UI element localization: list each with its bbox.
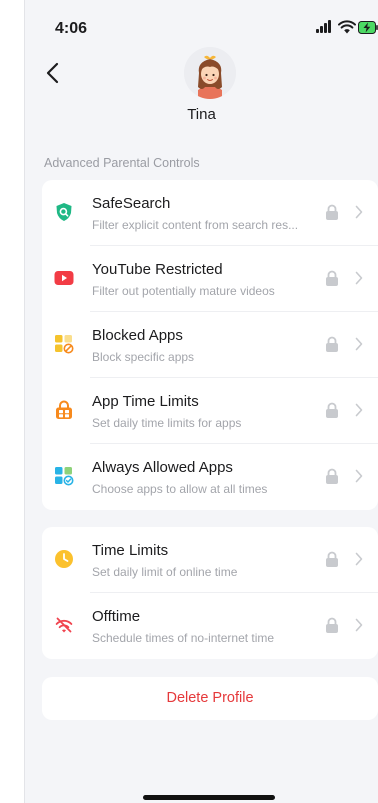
row-subtitle: Schedule times of no-internet time bbox=[92, 631, 275, 645]
chevron-right-icon bbox=[355, 618, 363, 632]
row-time-limits[interactable]: Time Limits Set daily limit of online ti… bbox=[42, 527, 378, 593]
chevron-right-icon bbox=[355, 403, 363, 417]
row-subtitle: Set daily time limits for apps bbox=[92, 416, 242, 430]
row-title: SafeSearch bbox=[92, 195, 171, 212]
time-controls-card: Time Limits Set daily limit of online ti… bbox=[42, 527, 378, 659]
app-time-limit-icon bbox=[54, 400, 74, 420]
no-wifi-icon bbox=[54, 615, 74, 635]
status-bar: 4:06 bbox=[25, 0, 378, 50]
lock-icon bbox=[325, 270, 339, 286]
lock-icon bbox=[325, 551, 339, 567]
lock-icon bbox=[325, 204, 339, 220]
row-subtitle: Set daily limit of online time bbox=[92, 565, 238, 579]
app-frame: 4:06 Tina Advanced Parental Controls Saf… bbox=[0, 0, 378, 803]
lock-icon bbox=[325, 468, 339, 484]
row-subtitle: Block specific apps bbox=[92, 350, 195, 364]
row-title: App Time Limits bbox=[92, 393, 199, 410]
lock-icon bbox=[325, 402, 339, 418]
row-safesearch[interactable]: SafeSearch Filter explicit content from … bbox=[42, 180, 378, 246]
chevron-right-icon bbox=[355, 552, 363, 566]
allowed-apps-icon bbox=[54, 466, 74, 486]
chevron-right-icon bbox=[355, 469, 363, 483]
row-title: Blocked Apps bbox=[92, 327, 183, 344]
row-subtitle: Filter explicit content from search res.… bbox=[92, 218, 299, 232]
back-button[interactable] bbox=[41, 58, 69, 88]
row-always-allowed-apps[interactable]: Always Allowed Apps Choose apps to allow… bbox=[42, 444, 378, 510]
row-title: YouTube Restricted bbox=[92, 261, 223, 278]
row-blocked-apps[interactable]: Blocked Apps Block specific apps bbox=[42, 312, 378, 378]
signal-icon bbox=[316, 20, 334, 34]
chevron-right-icon bbox=[355, 271, 363, 285]
row-subtitle: Choose apps to allow at all times bbox=[92, 482, 268, 496]
lock-icon bbox=[325, 617, 339, 633]
lock-icon bbox=[325, 336, 339, 352]
advanced-controls-card: SafeSearch Filter explicit content from … bbox=[42, 180, 378, 510]
row-youtube-restricted[interactable]: YouTube Restricted Filter out potentiall… bbox=[42, 246, 378, 312]
phone-screen: 4:06 Tina Advanced Parental Controls Saf… bbox=[25, 0, 378, 803]
home-indicator[interactable] bbox=[143, 795, 275, 800]
row-title: Offtime bbox=[92, 608, 141, 625]
section-title-advanced: Advanced Parental Controls bbox=[44, 156, 200, 170]
delete-profile-button[interactable]: Delete Profile bbox=[42, 677, 378, 720]
row-title: Always Allowed Apps bbox=[92, 459, 233, 476]
row-title: Time Limits bbox=[92, 542, 169, 559]
chevron-left-icon bbox=[41, 62, 69, 92]
row-subtitle: Filter out potentially mature videos bbox=[92, 284, 275, 298]
delete-card: Delete Profile bbox=[42, 677, 378, 720]
girl-avatar-icon bbox=[184, 47, 236, 99]
row-app-time-limits[interactable]: App Time Limits Set daily time limits fo… bbox=[42, 378, 378, 444]
blocked-apps-icon bbox=[54, 334, 74, 354]
status-time: 4:06 bbox=[55, 20, 88, 37]
safesearch-shield-icon bbox=[54, 202, 74, 222]
chevron-right-icon bbox=[355, 337, 363, 351]
youtube-play-icon bbox=[54, 268, 74, 288]
row-offtime[interactable]: Offtime Schedule times of no-internet ti… bbox=[42, 593, 378, 659]
battery-charging-icon bbox=[358, 21, 378, 34]
avatar[interactable] bbox=[184, 47, 236, 99]
clock-icon bbox=[54, 549, 74, 569]
chevron-right-icon bbox=[355, 205, 363, 219]
profile-name: Tina bbox=[187, 106, 216, 123]
wifi-icon bbox=[338, 20, 356, 34]
